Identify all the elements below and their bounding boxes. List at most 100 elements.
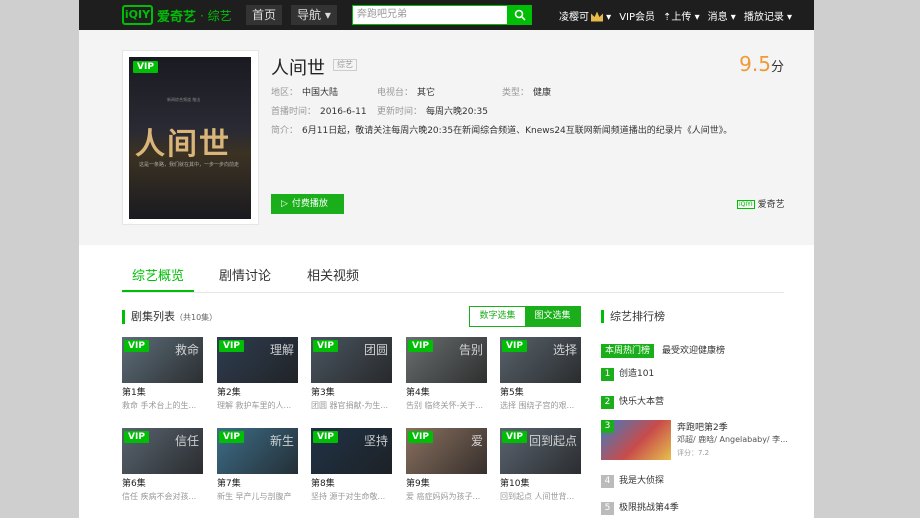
ranking-item[interactable]: 5 极限挑战第4季 — [601, 500, 679, 515]
show-title: 人间世 — [271, 58, 325, 79]
show-score: 9.5分 — [739, 52, 784, 76]
nav-home-link[interactable]: 首页 — [246, 5, 283, 25]
image-select-button[interactable]: 图文选集 — [525, 307, 580, 326]
episode-thumb-text: 坚持 — [363, 434, 388, 448]
score-value: 9.5 — [739, 52, 771, 76]
episode-card[interactable]: VIP 理解第2集理解 救护车里的人... — [217, 337, 298, 411]
episode-number[interactable]: 第3集 — [311, 388, 392, 399]
ranking-item[interactable]: 2 快乐大本营 — [601, 394, 664, 409]
top-right-menu: 凌樱可 ▾ VIP会员 ⇡上传 ▾ 消息 ▾ 播放记录 ▾ — [559, 0, 800, 30]
episode-card[interactable]: VIP 告别第4集告别 临终关怀-关于... — [406, 337, 487, 411]
rank-number: 2 — [601, 396, 614, 409]
poster-title: 人间世 — [135, 127, 231, 162]
episode-card[interactable]: VIP 信任第6集信任 疾病不会对孩... — [122, 428, 203, 502]
episode-card[interactable]: VIP 新生第7集新生 早产儿与剖腹产 — [217, 428, 298, 502]
rank-number: 5 — [601, 502, 614, 515]
premiere-value: 2016-6-11 — [320, 107, 367, 117]
logo-channel: · 综艺 — [200, 8, 232, 23]
episode-thumbnail[interactable]: VIP 告别 — [406, 337, 487, 383]
episode-thumbnail[interactable]: VIP 选择 — [500, 337, 581, 383]
search-input[interactable]: 奔跑吧兄弟 — [352, 5, 508, 25]
episode-thumbnail[interactable]: VIP 救命 — [122, 337, 203, 383]
messages-link[interactable]: 消息 ▾ — [708, 8, 736, 23]
episode-card[interactable]: VIP 回到起点第10集回到起点 人间世背... — [500, 428, 581, 502]
episode-description[interactable]: 坚持 源于对生命敬... — [311, 492, 392, 502]
ranking-item-featured[interactable]: 3 奔跑吧第2季 邓超/ 鹿晗/ Angelababy/ 李... 评分：7.2 — [601, 420, 791, 464]
region-label: 地区： — [271, 88, 299, 98]
episode-thumb-text: 选择 — [552, 343, 577, 357]
tab-discussion[interactable]: 剧情讨论 — [219, 267, 271, 287]
episode-description[interactable]: 爱 癌症妈妈为孩子... — [406, 492, 487, 502]
episode-thumbnail[interactable]: VIP 爱 — [406, 428, 487, 474]
vip-link[interactable]: VIP会员 — [619, 8, 655, 23]
episode-description[interactable]: 救命 手术台上的生... — [122, 401, 203, 411]
episode-thumb-text: 信任 — [174, 434, 199, 448]
episode-number[interactable]: 第7集 — [217, 479, 298, 490]
episode-number[interactable]: 第10集 — [500, 479, 581, 490]
episode-number[interactable]: 第9集 — [406, 479, 487, 490]
episode-number[interactable]: 第1集 — [122, 388, 203, 399]
meta-region: 地区： 中国大陆 — [271, 85, 338, 98]
episode-description[interactable]: 信任 疾病不会对孩... — [122, 492, 203, 502]
user-menu[interactable]: 凌樱可 ▾ — [559, 8, 611, 23]
vip-badge: VIP — [502, 431, 527, 443]
iqiyi-logo[interactable]: iQIY 爱奇艺 · 综艺 — [122, 4, 232, 26]
episode-description[interactable]: 回到起点 人间世背... — [500, 492, 581, 502]
ranking-heading: 综艺排行榜 — [601, 310, 665, 323]
episode-heading-text: 剧集列表 — [131, 310, 175, 323]
episode-number[interactable]: 第8集 — [311, 479, 392, 490]
number-select-button[interactable]: 数字选集 — [470, 307, 525, 326]
episode-card[interactable]: VIP 救命第1集救命 手术台上的生... — [122, 337, 203, 411]
episode-number[interactable]: 第2集 — [217, 388, 298, 399]
vip-badge: VIP — [502, 340, 527, 352]
rank-cast: 邓超/ 鹿晗/ Angelababy/ 李... — [677, 435, 788, 444]
ranking-item[interactable]: 4 我是大侦探 — [601, 473, 664, 488]
search-icon — [514, 9, 526, 21]
tab-related[interactable]: 相关视频 — [307, 267, 359, 287]
episode-card[interactable]: VIP 爱第9集爱 癌症妈妈为孩子... — [406, 428, 487, 502]
show-poster[interactable]: 新闻综合频道 推出 人间世 这是一条路，我们就在其中，一步一步向前走 VIP — [129, 57, 251, 219]
station-value[interactable]: 其它 — [417, 88, 435, 98]
history-link[interactable]: 播放记录 ▾ — [744, 8, 792, 23]
tab-overview[interactable]: 综艺概览 — [122, 267, 195, 292]
episode-thumbnail[interactable]: VIP 团圆 — [311, 337, 392, 383]
episode-thumbnail[interactable]: VIP 信任 — [122, 428, 203, 474]
search-button[interactable] — [508, 5, 532, 25]
nav-guide-dropdown[interactable]: 导航 ▾ — [291, 5, 337, 25]
episode-description[interactable]: 团圆 器官捐献-为生... — [311, 401, 392, 411]
episode-description[interactable]: 选择 围绕子宫的艰... — [500, 401, 581, 411]
episode-thumbnail[interactable]: VIP 新生 — [217, 428, 298, 474]
ranking-item[interactable]: 1 创造101 — [601, 366, 654, 381]
episode-thumbnail[interactable]: VIP 理解 — [217, 337, 298, 383]
episode-number[interactable]: 第5集 — [500, 388, 581, 399]
intro-text: 6月11日起，敬请关注每周六晚20:35在新闻综合频道、Knews24互联网新闻… — [302, 126, 733, 136]
episode-thumb-text: 告别 — [458, 343, 483, 357]
intro-label: 简介： — [271, 126, 299, 136]
episode-thumb-text: 理解 — [269, 343, 294, 357]
episode-number[interactable]: 第6集 — [122, 479, 203, 490]
meta-intro: 简介： 6月11日起，敬请关注每周六晚20:35在新闻综合频道、Knews24互联… — [271, 123, 732, 136]
type-value[interactable]: 健康 — [533, 88, 551, 98]
region-value[interactable]: 中国大陆 — [302, 88, 338, 98]
episode-number[interactable]: 第4集 — [406, 388, 487, 399]
episode-card[interactable]: VIP 团圆第3集团圆 器官捐献-为生... — [311, 337, 392, 411]
logo-mark: iQIY — [122, 5, 153, 25]
upload-link[interactable]: ⇡上传 ▾ — [663, 8, 700, 23]
pay-play-button[interactable]: 付费播放 — [271, 194, 344, 214]
episode-description[interactable]: 理解 救护车里的人... — [217, 401, 298, 411]
episode-thumbnail[interactable]: VIP 坚持 — [311, 428, 392, 474]
ranking-tab-hot[interactable]: 本周热门榜 — [601, 344, 655, 358]
episode-description[interactable]: 新生 早产儿与剖腹产 — [217, 492, 298, 502]
rank-number: 1 — [601, 368, 614, 381]
rank-title: 我是大侦探 — [619, 476, 665, 486]
content-area: 综艺概览 剧情讨论 相关视频 剧集列表（共10集） 数字选集 图文选集 VIP 救… — [79, 245, 814, 518]
episode-card[interactable]: VIP 选择第5集选择 围绕子宫的艰... — [500, 337, 581, 411]
episode-thumbnail[interactable]: VIP 回到起点 — [500, 428, 581, 474]
episode-card[interactable]: VIP 坚持第8集坚持 源于对生命敬... — [311, 428, 392, 502]
ranking-tab-health[interactable]: 最受欢迎健康榜 — [662, 346, 725, 356]
show-info: 新闻综合频道 推出 人间世 这是一条路，我们就在其中，一步一步向前走 VIP 人… — [79, 30, 814, 245]
top-bar: iQIY 爱奇艺 · 综艺 首页 导航 ▾ 奔跑吧兄弟 凌樱可 ▾ VIP会员 … — [79, 0, 814, 30]
page: iQIY 爱奇艺 · 综艺 首页 导航 ▾ 奔跑吧兄弟 凌樱可 ▾ VIP会员 … — [79, 0, 814, 518]
episode-description[interactable]: 告别 临终关怀-关于... — [406, 401, 487, 411]
episode-thumb-text: 回到起点 — [528, 434, 577, 448]
